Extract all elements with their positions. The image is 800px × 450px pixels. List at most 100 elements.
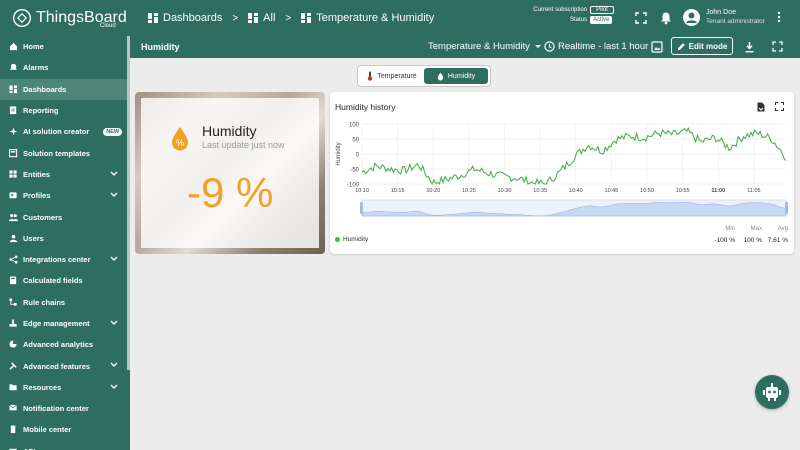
dashboard-state-select[interactable]: Temperature & Humidity [428, 41, 542, 52]
dashboard-icon [248, 13, 259, 23]
x-tick-label: 10:30 [498, 188, 512, 194]
ai-assistant-fab[interactable] [755, 375, 789, 409]
sidebar-item-rule-chains[interactable]: Rule chains [0, 292, 130, 313]
alarm-icon [9, 64, 18, 71]
thermometer-icon [368, 71, 373, 81]
tools-icon [9, 361, 17, 370]
chevron-down-icon[interactable] [110, 384, 118, 390]
sidebar-item-label: Rule chains [23, 297, 66, 307]
breadcrumb-dashboards[interactable]: Dashboards [148, 12, 222, 24]
rule-chain-icon [9, 298, 17, 306]
robot-icon [763, 383, 781, 401]
sidebar-item-customers[interactable]: Customers [0, 206, 130, 227]
navigator-handle-right[interactable] [785, 202, 788, 214]
sidebar-item-label: Edge management [23, 319, 90, 328]
fullscreen-icon[interactable] [634, 11, 648, 25]
dashboard-toolbar: Humidity Temperature & Humidity Realtime… [130, 36, 800, 58]
x-tick-label: 10:35 [533, 188, 547, 194]
y-tick-label: -50 [350, 168, 359, 174]
download-icon[interactable] [744, 41, 755, 53]
clock-icon [544, 41, 555, 52]
sidebar-item-entities[interactable]: Entities [0, 164, 130, 185]
breadcrumb-separator: > [285, 12, 292, 24]
timewindow-button[interactable]: Realtime - last 1 hour [544, 41, 648, 52]
sidebar-item-users[interactable]: Users [0, 228, 130, 249]
sidebar-item-advanced-analytics[interactable]: Advanced analytics [0, 334, 130, 355]
x-tick-label: 10:25 [462, 188, 476, 194]
sidebar-item-integrations-center[interactable]: Integrations center [0, 249, 130, 270]
stat-min-header: Min [725, 226, 735, 232]
users-icon [9, 234, 18, 242]
sidebar-item-resources[interactable]: Resources [0, 377, 130, 398]
dashboard-title: Humidity [141, 42, 180, 52]
y-tick-label: 50 [352, 138, 359, 144]
tab-humidity[interactable]: Humidity [424, 68, 488, 84]
sidebar-item-edge-management[interactable]: Edge management [0, 313, 130, 334]
stat-min-value: -100 % [714, 237, 735, 244]
more-vert-icon[interactable] [776, 11, 782, 23]
brand-sub: Cloud [100, 23, 116, 29]
x-tick-label: 10:10 [355, 188, 369, 194]
sidebar-item-label: Entities [23, 169, 51, 179]
sidebar-item-label: Profiles [23, 191, 51, 201]
plan-badge[interactable]: Pilot [590, 6, 614, 14]
breadcrumb-separator: > [232, 12, 239, 24]
sidebar-menu: Home Alarms Dashboards Reporting AI solution… [0, 36, 130, 450]
sidebar-item-dashboards[interactable]: Dashboards [0, 78, 130, 100]
chevron-down-icon[interactable] [110, 320, 118, 326]
sidebar-scrollbar[interactable] [127, 36, 130, 370]
analytics-icon [9, 340, 17, 348]
sidebar-item-notification-center[interactable]: Notification center [0, 398, 130, 419]
sidebar-item-mobile-center[interactable]: Mobile center [0, 419, 130, 440]
y-axis-label: Humidity [336, 142, 342, 165]
fullscreen-icon[interactable] [772, 41, 783, 52]
notification-icon [9, 404, 17, 411]
home-icon [9, 43, 18, 51]
sidebar-item-profiles[interactable]: Profiles [0, 185, 130, 206]
tab-temperature[interactable]: Temperature [360, 68, 424, 84]
customers-icon [9, 213, 18, 221]
thingsboard-logo-icon [13, 9, 31, 27]
sidebar-item-label: Advanced analytics [23, 340, 94, 350]
sidebar-item-label: Users [23, 233, 44, 243]
sidebar-item-label: Advanced features [23, 361, 91, 371]
calc-icon [9, 276, 17, 285]
breadcrumb-all[interactable]: All [248, 12, 275, 24]
sidebar-item-api-usage[interactable]: API usage [0, 441, 130, 450]
sidebar-item-alarms[interactable]: Alarms [0, 57, 130, 78]
water-drop-icon [437, 72, 444, 80]
edit-mode-button[interactable]: Edit mode [671, 37, 733, 55]
sidebar-item-label: Integrations center [23, 255, 91, 265]
user-name: John Doe [706, 9, 736, 16]
sidebar-item-ai-solution-creator[interactable]: AI solution creator NEW [0, 121, 130, 142]
sidebar-item-label: Customers [23, 212, 63, 222]
navigator-handle-left[interactable] [360, 202, 363, 214]
notifications-bell-icon[interactable] [659, 11, 673, 25]
sidebar-item-advanced-features[interactable]: Advanced features [0, 355, 130, 376]
profiles-icon [9, 192, 17, 199]
image-export-icon[interactable] [651, 41, 663, 53]
sidebar-item-solution-templates[interactable]: Solution templates [0, 142, 130, 163]
humidity-value: -9 % [187, 169, 274, 216]
series-line-humidity[interactable] [361, 127, 787, 186]
subscription-badges: Pilot Active [590, 5, 614, 25]
sidebar-item-label: Alarms [23, 63, 49, 73]
sidebar-item-home[interactable]: Home [0, 36, 130, 57]
chevron-down-icon[interactable] [110, 171, 118, 177]
chevron-down-icon[interactable] [110, 192, 118, 198]
sidebar: Home Alarms Dashboards Reporting AI solution… [0, 36, 130, 450]
breadcrumb: Dashboards > All > Temperature & Humidit… [148, 12, 434, 24]
brand-logo[interactable]: ThingsBoard Cloud [0, 0, 130, 36]
sidebar-item-calculated-fields[interactable]: Calculated fields [0, 270, 130, 291]
chevron-down-icon[interactable] [110, 362, 118, 368]
x-tick-label: 10:50 [640, 188, 654, 194]
sidebar-item-reporting[interactable]: Reporting [0, 100, 130, 121]
state-tabs: Temperature Humidity [357, 65, 491, 87]
sidebar-item-label: Reporting [23, 106, 59, 116]
chart-legend-item[interactable]: Humidity [335, 236, 368, 243]
sidebar-item-label: Calculated fields [23, 276, 83, 286]
user-menu[interactable]: John Doe Tenant administrator [683, 8, 765, 26]
sidebar-item-label: Home [23, 42, 44, 52]
x-tick-label: 10:15 [391, 188, 405, 194]
chevron-down-icon[interactable] [110, 256, 118, 262]
